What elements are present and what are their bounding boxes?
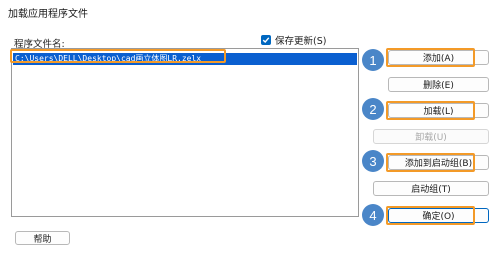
dialog-title: 加载应用程序文件 [8,9,88,20]
ok-highlight [386,206,475,225]
callout-badge-4: 4 [362,204,384,226]
unload-button[interactable]: 卸载(U) [373,129,489,144]
save-update-checkbox[interactable]: 保存更新(S) [261,33,326,47]
help-button[interactable]: 帮助 [15,231,70,245]
callout-badge-2: 2 [362,98,384,120]
file-list[interactable]: C:\Users\DELL\Desktop\cad画立体图LR.zelx [11,48,359,217]
add-highlight [386,48,475,67]
callout-badge-1: 1 [362,49,384,71]
checkmark-icon [261,35,271,45]
load-highlight [386,101,475,120]
add-to-startup-highlight [386,153,475,172]
file-highlight [10,49,226,63]
callout-badge-3: 3 [362,150,384,172]
startup-group-button[interactable]: 启动组(T) [373,181,489,196]
save-update-label: 保存更新(S) [275,36,327,47]
delete-button[interactable]: 删除(E) [388,77,489,92]
